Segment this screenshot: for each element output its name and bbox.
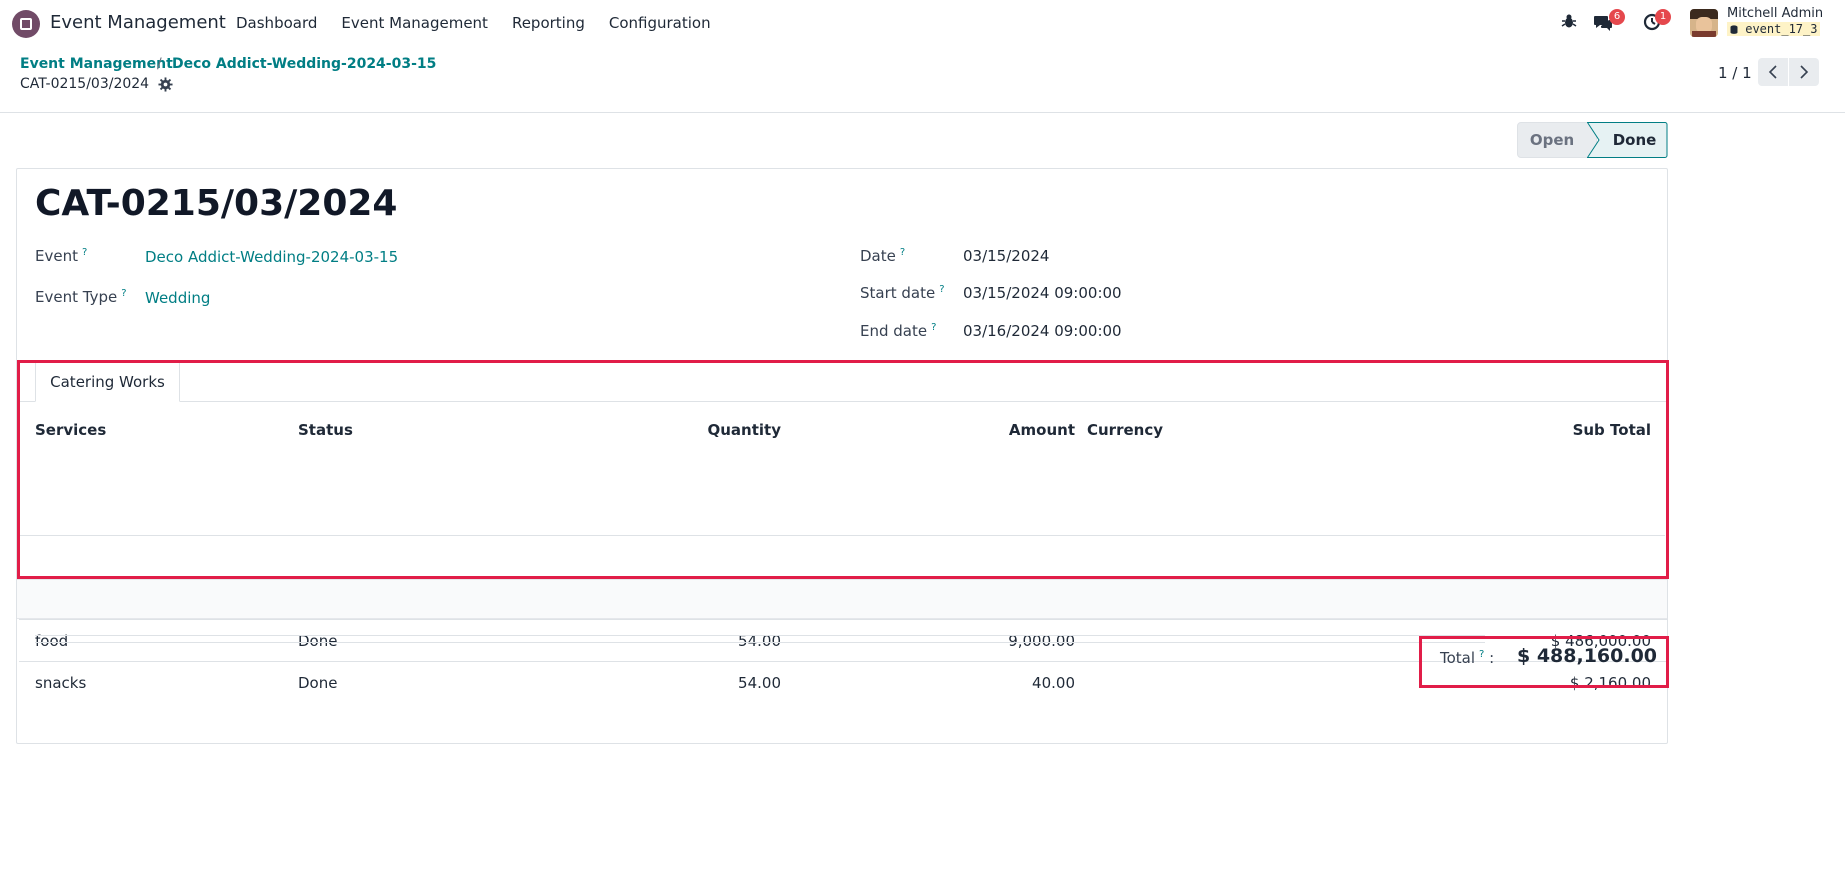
- date-help-icon[interactable]: ?: [900, 247, 905, 258]
- breadcrumb-event[interactable]: Deco Addict-Wedding-2024-03-15: [172, 56, 436, 72]
- chevron-left-icon: [1768, 65, 1777, 79]
- start-date-label: Start date?: [860, 284, 945, 302]
- end-date-label: End date?: [860, 322, 937, 340]
- database-icon: [1730, 25, 1738, 34]
- total-help-icon[interactable]: ?: [1479, 649, 1484, 660]
- cell-amount: 40.00: [1032, 674, 1075, 692]
- end-date-help-icon[interactable]: ?: [931, 322, 936, 333]
- event-value[interactable]: Deco Addict-Wedding-2024-03-15: [145, 248, 398, 266]
- menu-configuration[interactable]: Configuration: [609, 14, 711, 32]
- stage-done-label: Done: [1612, 131, 1657, 149]
- start-date-value[interactable]: 03/15/2024 09:00:00: [963, 284, 1122, 302]
- gear-icon[interactable]: [158, 77, 173, 92]
- column-currency[interactable]: Currency: [1087, 421, 1163, 439]
- debug-bug-icon[interactable]: [1561, 13, 1577, 29]
- table-row[interactable]: snacks Done 54.00 40.00 $ 2,160.00: [19, 661, 1667, 703]
- cell-status: Done: [298, 674, 338, 692]
- column-amount[interactable]: Amount: [869, 421, 1075, 439]
- messages-count-badge: 6: [1609, 9, 1625, 25]
- column-sub-total[interactable]: Sub Total: [1449, 421, 1651, 439]
- cell-service: snacks: [35, 674, 87, 692]
- form-sheet: CAT-0215/03/2024 Event? Deco Addict-Wedd…: [16, 168, 1668, 744]
- event-type-value[interactable]: Wedding: [145, 289, 210, 307]
- event-type-label: Event Type?: [35, 288, 127, 306]
- table-row[interactable]: food Done 54.00 9,000.00 $ 486,000.00: [19, 619, 1667, 661]
- total-value: $ 488,160.00: [1517, 645, 1658, 667]
- divider: [35, 635, 1485, 636]
- notebook: Catering Works Services Status Quantity …: [19, 361, 1667, 692]
- end-date-value[interactable]: 03/16/2024 09:00:00: [963, 322, 1122, 340]
- stage-open-label: Open: [1529, 131, 1575, 149]
- menu-dashboard[interactable]: Dashboard: [236, 14, 317, 32]
- cell-sub-total: $ 2,160.00: [1569, 674, 1651, 692]
- breadcrumb-separator: /: [157, 56, 162, 72]
- column-quantity[interactable]: Quantity: [579, 421, 782, 439]
- stage-open-button[interactable]: Open: [1517, 122, 1597, 158]
- chevron-right-icon: [1800, 65, 1809, 79]
- user-avatar[interactable]: [1690, 9, 1718, 37]
- main-menu: Dashboard Event Management Reporting Con…: [236, 14, 735, 32]
- user-name[interactable]: Mitchell Admin: [1727, 6, 1823, 21]
- pager-next-button[interactable]: [1789, 58, 1819, 86]
- pager-previous-button[interactable]: [1758, 58, 1788, 86]
- stage-done-button[interactable]: Done: [1587, 122, 1668, 158]
- total-label: Total? :: [1440, 649, 1495, 667]
- tab-catering-works[interactable]: Catering Works: [35, 361, 180, 402]
- menu-reporting[interactable]: Reporting: [512, 14, 585, 32]
- table-footer-band: [17, 579, 1667, 619]
- cell-quantity: 54.00: [738, 674, 781, 692]
- column-status[interactable]: Status: [298, 421, 353, 439]
- date-value[interactable]: 03/15/2024: [963, 247, 1049, 265]
- table-bottom: [17, 535, 1665, 536]
- record-title: CAT-0215/03/2024: [35, 183, 398, 224]
- start-date-help-icon[interactable]: ?: [939, 284, 944, 295]
- app-name[interactable]: Event Management: [50, 12, 226, 33]
- event-type-help-icon[interactable]: ?: [121, 288, 126, 299]
- event-help-icon[interactable]: ?: [82, 247, 87, 258]
- status-bar: Open Done: [1517, 122, 1668, 158]
- event-label: Event?: [35, 247, 88, 265]
- database-label: event_17_3: [1745, 22, 1818, 36]
- column-services[interactable]: Services: [35, 421, 106, 439]
- breadcrumb-current: CAT-0215/03/2024: [20, 76, 150, 92]
- date-label: Date?: [860, 247, 906, 265]
- menu-event-management[interactable]: Event Management: [341, 14, 488, 32]
- breadcrumb-root[interactable]: Event Management: [20, 56, 173, 72]
- database-name: event_17_3: [1727, 22, 1821, 36]
- pager-value[interactable]: 1 / 1: [1718, 64, 1752, 82]
- divider: [35, 642, 1485, 643]
- top-navbar: Event Management Dashboard Event Managem…: [0, 0, 1845, 46]
- app-menu-icon[interactable]: [12, 10, 40, 38]
- activity-count-badge: 1: [1655, 9, 1671, 25]
- control-panel: Event Management / Deco Addict-Wedding-2…: [0, 46, 1845, 113]
